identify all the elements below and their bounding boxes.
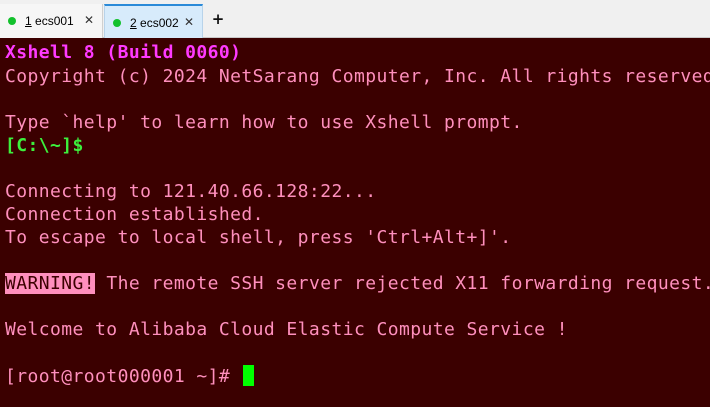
warning-line: WARNING! The remote SSH server rejected …	[5, 273, 710, 295]
new-tab-icon[interactable]: +	[210, 11, 226, 27]
connected-status-icon	[8, 17, 16, 25]
escape-hint-line: To escape to local shell, press 'Ctrl+Al…	[5, 227, 512, 248]
copyright-line: Copyright (c) 2024 NetSarang Computer, I…	[5, 66, 710, 87]
text-cursor	[243, 365, 255, 386]
banner-line: Xshell 8 (Build 0060)	[5, 42, 242, 63]
tab-label: 2 ecs002	[130, 16, 179, 30]
terminal-output[interactable]: Xshell 8 (Build 0060) Copyright (c) 2024…	[0, 38, 710, 407]
connection-established-line: Connection established.	[5, 204, 264, 225]
local-prompt: [C:\~]$	[5, 135, 84, 156]
xshell-window: 1 ecs001 ✕ 2 ecs002 ✕ + Xshell 8 (Build …	[0, 0, 710, 407]
tab-bar: 1 ecs001 ✕ 2 ecs002 ✕ +	[0, 0, 710, 38]
tab-label: 1 ecs001	[25, 14, 74, 28]
connecting-line: Connecting to 121.40.66.128:22...	[5, 181, 377, 202]
warning-text: The remote SSH server rejected X11 forwa…	[95, 273, 710, 294]
remote-prompt: [root@root000001 ~]#	[5, 366, 242, 387]
close-tab-icon[interactable]: ✕	[84, 13, 94, 27]
remote-prompt-line[interactable]: [root@root000001 ~]#	[5, 365, 255, 387]
welcome-line: Welcome to Alibaba Cloud Elastic Compute…	[5, 319, 568, 340]
help-line: Type `help' to learn how to use Xshell p…	[5, 112, 523, 133]
tab-ecs002[interactable]: 2 ecs002 ✕	[104, 4, 203, 38]
tab-ecs001[interactable]: 1 ecs001 ✕	[0, 4, 103, 38]
warning-badge: WARNING!	[5, 273, 96, 294]
connected-status-icon	[113, 19, 121, 27]
close-tab-icon[interactable]: ✕	[184, 15, 194, 29]
